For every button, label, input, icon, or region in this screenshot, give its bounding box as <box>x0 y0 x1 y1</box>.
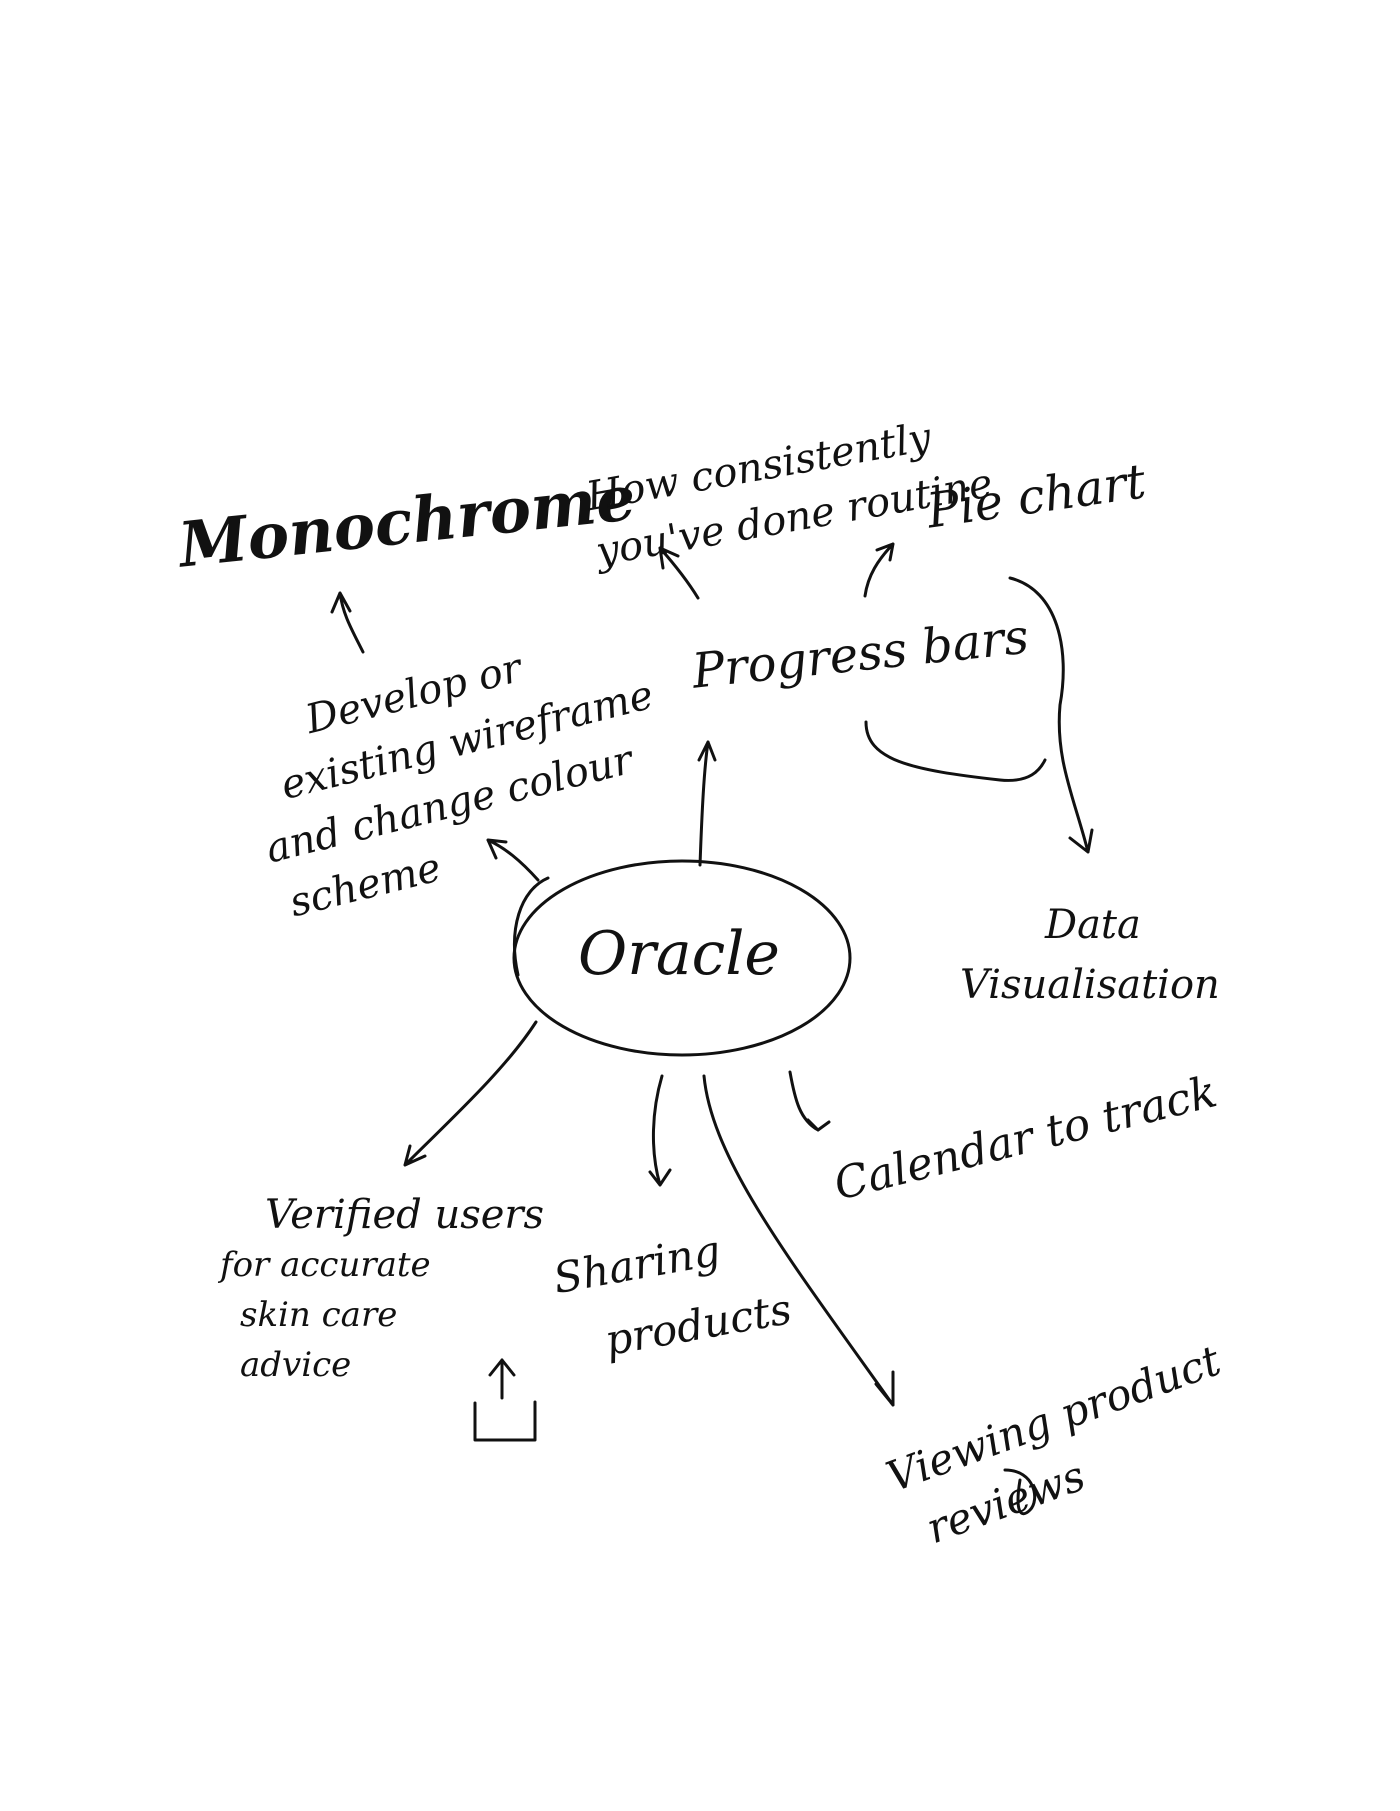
curve-progress-to-data <box>864 720 1047 782</box>
arrow-to-calendar <box>788 1070 831 1132</box>
oracle-oval-inner-curve <box>513 876 550 977</box>
verified-line-1: Verified users <box>265 1192 545 1238</box>
arrow-to-sharing <box>648 1074 672 1187</box>
dataviz-line-1: Data <box>1045 902 1141 948</box>
arrow-to-pie-chart <box>863 542 895 598</box>
arrow-to-monochrome <box>330 591 365 654</box>
arrow-to-progress-bars <box>697 740 717 867</box>
arrow-to-verified <box>403 1020 538 1167</box>
node-data-visualisation: Data Visualisation <box>960 895 1220 1015</box>
verified-line-4: advice <box>240 1345 352 1385</box>
node-oracle: Oracle <box>578 919 780 989</box>
verified-line-3: skin care <box>240 1295 398 1335</box>
mind-map-canvas: Oracle Monochrome Develop or existing wi… <box>0 0 1400 1811</box>
verified-line-2: for accurate <box>220 1245 431 1285</box>
node-verified: Verified users for accurate skin care ad… <box>220 1190 544 1390</box>
dataviz-line-2: Visualisation <box>960 962 1220 1008</box>
